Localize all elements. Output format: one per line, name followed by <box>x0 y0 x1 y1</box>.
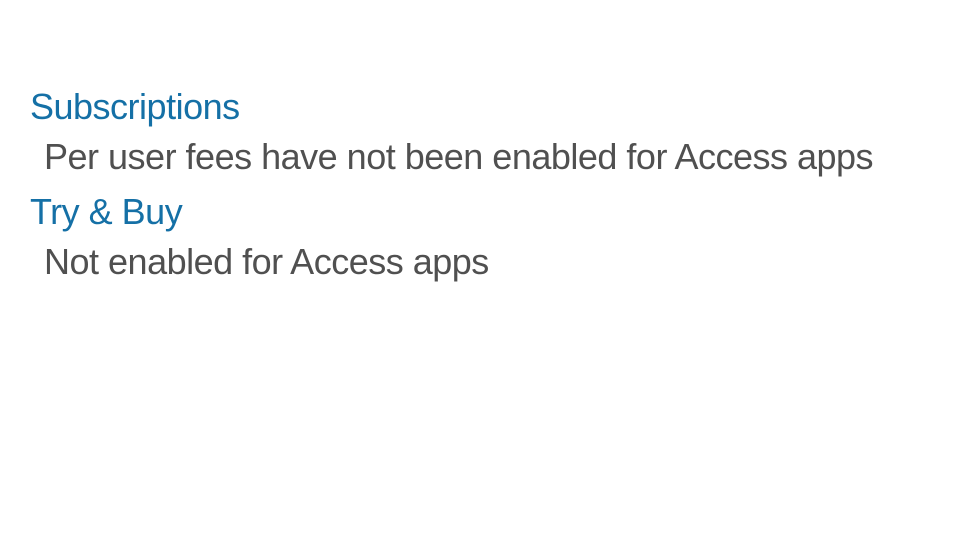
heading-subscriptions: Subscriptions <box>30 84 979 131</box>
section-try-buy: Try & Buy Not enabled for Access apps <box>30 189 979 288</box>
heading-try-buy: Try & Buy <box>30 189 979 236</box>
section-subscriptions: Subscriptions Per user fees have not bee… <box>30 84 979 183</box>
body-try-buy: Not enabled for Access apps <box>30 236 979 288</box>
body-subscriptions: Per user fees have not been enabled for … <box>30 131 979 183</box>
